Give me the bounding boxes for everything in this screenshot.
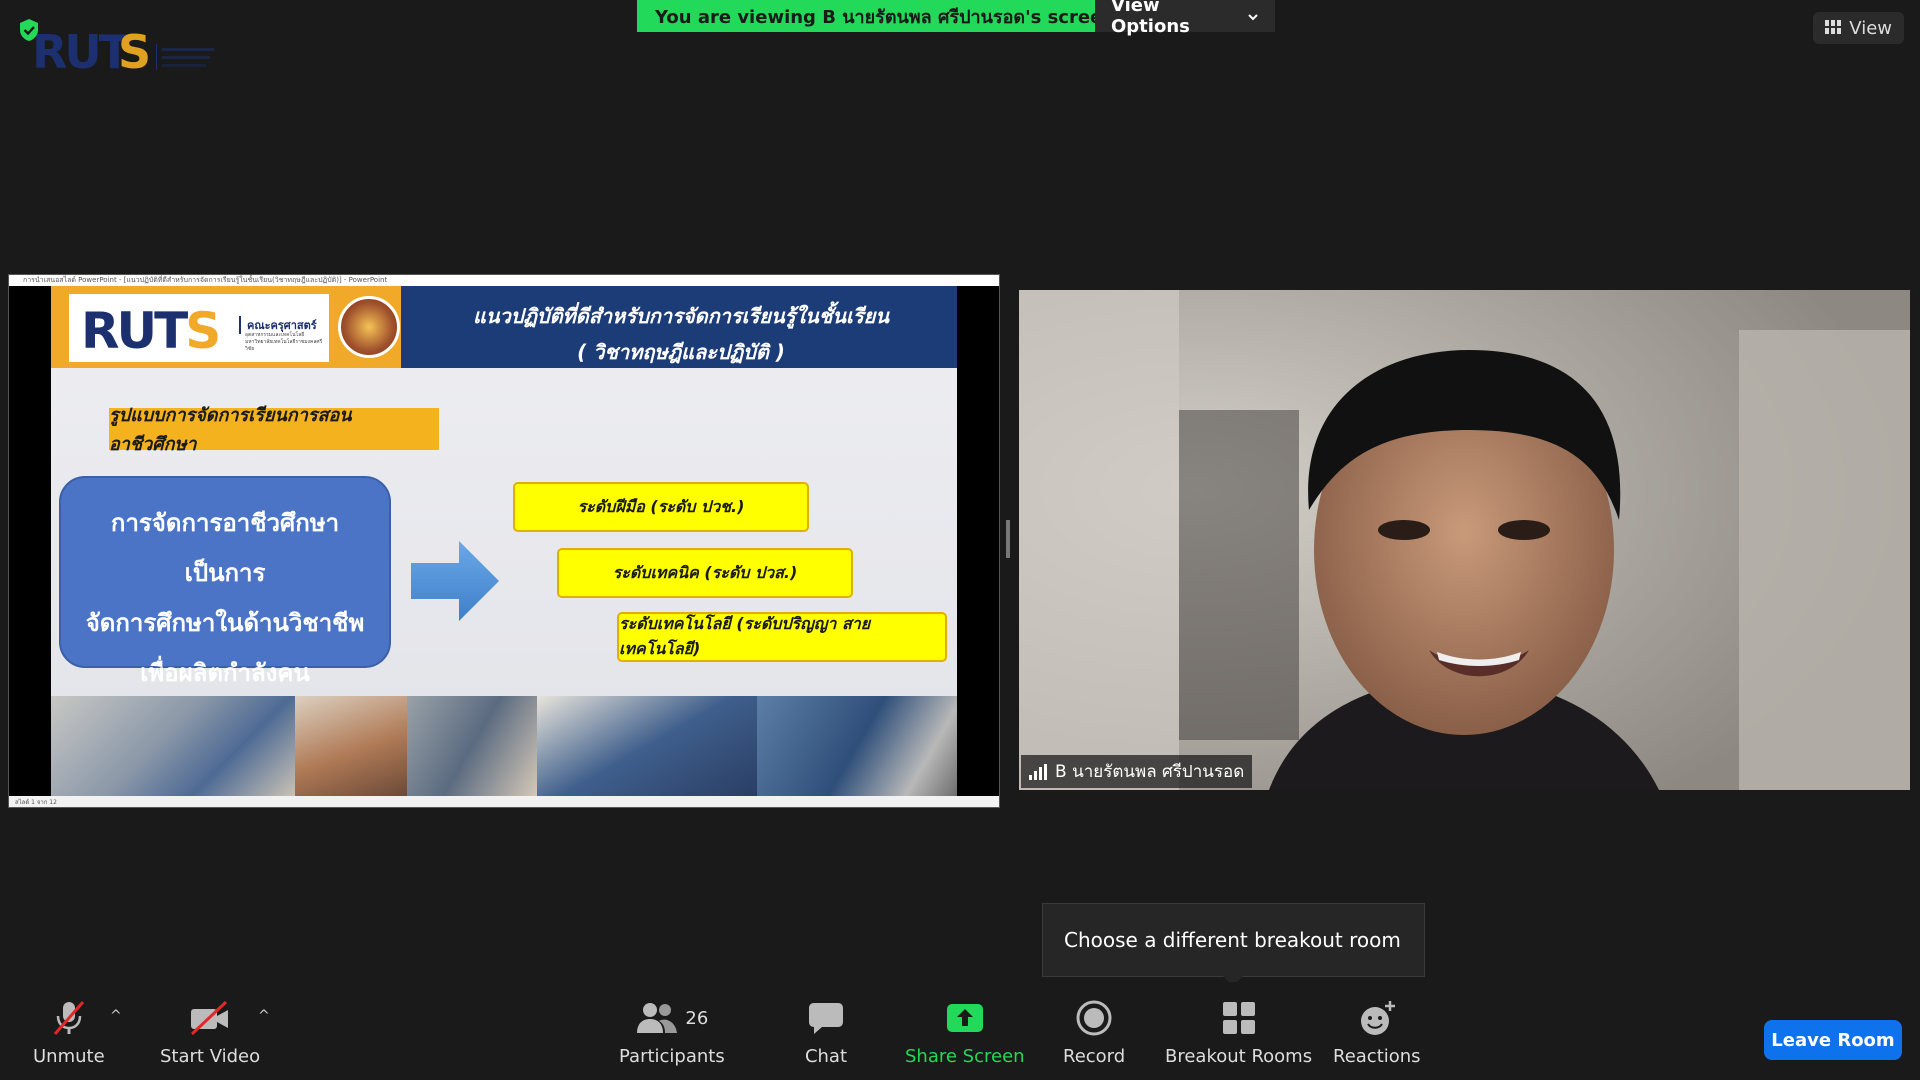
breakout-tooltip: Choose a different breakout room — [1042, 903, 1425, 986]
reactions-button[interactable]: Reactions — [1333, 998, 1421, 1067]
chat-button[interactable]: Chat — [802, 998, 850, 1067]
slide-subtitle: ( วิชาทฤษฎีและปฏิบัติ ) — [577, 340, 785, 364]
grid-icon — [1825, 18, 1842, 39]
smiley-plus-icon — [1353, 998, 1401, 1038]
unmute-label: Unmute — [33, 1046, 105, 1067]
participants-button[interactable]: 26 Participants — [619, 998, 725, 1067]
audio-options-caret-icon[interactable]: ^ — [110, 1008, 122, 1024]
ruts-logo: RUT S — [14, 16, 224, 79]
slide-logo-block: RUTS คณะครุศาสตร์ อุตสาหกรรมและเทคโนโลยี… — [51, 286, 401, 368]
chat-label: Chat — [804, 1046, 848, 1067]
split-resize-handle[interactable] — [1006, 520, 1010, 558]
start-video-button[interactable]: Start Video — [160, 998, 260, 1067]
record-icon — [1070, 998, 1118, 1038]
participants-label: Participants — [619, 1046, 725, 1067]
chevron-down-icon — [1247, 6, 1259, 27]
signal-strength-icon — [1029, 763, 1047, 780]
slide-definition-box: การจัดการอาชีวศึกษา เป็นการ จัดการศึกษาใ… — [59, 476, 391, 687]
svg-text:RUT: RUT — [32, 25, 131, 76]
level-technical: ระดับเทคนิค (ระดับ ปวส.) — [557, 548, 853, 598]
arrow-right-icon — [411, 541, 501, 621]
presentation-slide: RUTS คณะครุศาสตร์ อุตสาหกรรมและเทคโนโลยี… — [51, 286, 957, 796]
slide-photo-strip — [51, 696, 957, 796]
participants-count: 26 — [685, 1007, 709, 1029]
view-options-button[interactable]: View Options — [1095, 0, 1275, 37]
shared-window-statusbar: สไลด์ 1 จาก 12 — [9, 796, 999, 807]
svg-text:S: S — [118, 25, 151, 76]
level-skill: ระดับฝีมือ (ระดับ ปวช.) — [513, 482, 809, 532]
microphone-muted-icon — [45, 998, 93, 1038]
video-options-caret-icon[interactable]: ^ — [258, 1008, 270, 1024]
meeting-toolbar: Unmute ^ Start Video ^ 26 Participants C… — [0, 982, 1920, 1080]
university-seal-icon — [338, 296, 400, 358]
participant-video[interactable]: B นายรัตนพล ศรีปานรอด — [1019, 290, 1910, 790]
leave-room-button[interactable]: Leave Room — [1764, 1020, 1902, 1060]
level-technology: ระดับเทคโนโลยี (ระดับปริญญา สายเทคโนโลยี… — [617, 612, 947, 662]
share-screen-button[interactable]: Share Screen — [905, 998, 1025, 1067]
viewing-banner: You are viewing B นายรัตนพล ศรีปานรอด's … — [637, 0, 1275, 37]
chat-bubble-icon — [802, 998, 850, 1038]
viewing-status-text: You are viewing B นายรัตนพล ศรีปานรอด's … — [637, 0, 1095, 32]
security-shield-icon[interactable] — [18, 18, 40, 42]
view-options-label: View Options — [1111, 0, 1190, 37]
slide-title: แนวปฏิบัติที่ดีสำหรับการจัดการเรียนรู้ใน… — [472, 304, 890, 328]
reactions-label: Reactions — [1333, 1046, 1421, 1067]
participant-name: B นายรัตนพล ศรีปานรอด — [1055, 762, 1245, 782]
record-button[interactable]: Record — [1063, 998, 1125, 1067]
unmute-button[interactable]: Unmute — [33, 998, 105, 1067]
share-screen-label: Share Screen — [905, 1046, 1025, 1067]
slide-viewport: RUTS คณะครุศาสตร์ อุตสาหกรรมและเทคโนโลยี… — [9, 286, 999, 798]
participants-icon: 26 — [632, 998, 712, 1038]
record-label: Record — [1063, 1046, 1126, 1067]
view-layout-button[interactable]: View — [1813, 12, 1904, 44]
slide-faculty-sub: อุตสาหกรรมและเทคโนโลยี มหาวิทยาลัยเทคโนโ… — [245, 332, 323, 352]
participant-name-tag: B นายรัตนพล ศรีปานรอด — [1021, 755, 1253, 788]
view-label: View — [1849, 17, 1892, 39]
breakout-rooms-button[interactable]: Breakout Rooms — [1165, 998, 1312, 1067]
slide-section-tag: รูปแบบการจัดการเรียนการสอนอาชีวศึกษา — [109, 405, 439, 455]
shared-screen[interactable]: การนำเสนอสไลด์ PowerPoint - [แนวปฏิบัติท… — [8, 274, 1000, 808]
slide-ruts-logo: RUTS — [81, 302, 221, 360]
video-frame — [1019, 290, 1910, 790]
video-camera-off-icon — [186, 998, 234, 1038]
start-video-label: Start Video — [160, 1046, 261, 1067]
breakout-rooms-icon — [1215, 998, 1263, 1038]
share-screen-icon — [941, 998, 989, 1038]
breakout-rooms-label: Breakout Rooms — [1165, 1046, 1313, 1067]
shared-window-titlebar: การนำเสนอสไลด์ PowerPoint - [แนวปฏิบัติท… — [9, 275, 999, 286]
